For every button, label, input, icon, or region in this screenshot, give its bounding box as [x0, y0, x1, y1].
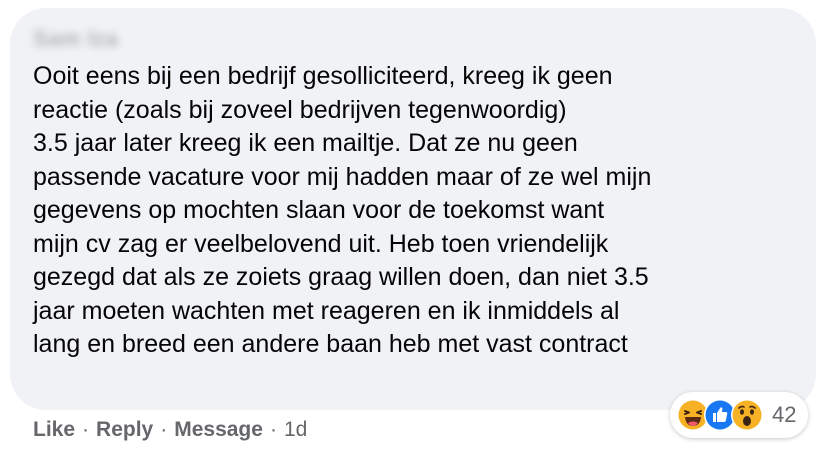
comment-author-name[interactable]: Sam Iza: [33, 26, 118, 52]
like-link[interactable]: Like: [33, 418, 75, 442]
comment-line: reactie (zoals bij zoveel bedrijven tege…: [33, 95, 567, 124]
comment-actions: Like · Reply · Message · 1d: [33, 418, 307, 442]
separator-dot: ·: [160, 418, 168, 441]
comment-line: 3.5 jaar later kreeg ik een mailtje. Dat…: [33, 129, 578, 157]
separator-dot: ·: [82, 418, 90, 441]
comment-line: gegevens op mochten slaan voor de toekom…: [33, 196, 605, 224]
comment-body: Ooit eens bij een bedrijf gesolliciteerd…: [33, 60, 803, 362]
reactions-summary[interactable]: 42: [670, 392, 809, 438]
comment-line: jaar moeten wachten met reageren en ik i…: [33, 296, 620, 325]
reaction-count: 42: [772, 402, 797, 427]
message-link[interactable]: Message: [174, 418, 263, 442]
reply-link[interactable]: Reply: [96, 418, 153, 442]
comment-line: Ooit eens bij een bedrijf gesolliciteerd…: [33, 62, 613, 90]
comment-container: Sam Iza Ooit eens bij een bedrijf gesoll…: [0, 0, 832, 456]
comment-line: gezegd dat als ze zoiets graag willen do…: [33, 263, 649, 291]
comment-line: mijn cv zag er veelbelovend uit. Heb toe…: [33, 229, 609, 258]
comment-line: lang en breed een andere baan heb met va…: [33, 330, 628, 358]
separator-dot: ·: [269, 418, 277, 441]
wow-icon: [731, 399, 763, 431]
comment-timestamp[interactable]: 1d: [284, 418, 307, 442]
comment-line: passende vacature voor mij hadden maar o…: [33, 162, 652, 191]
